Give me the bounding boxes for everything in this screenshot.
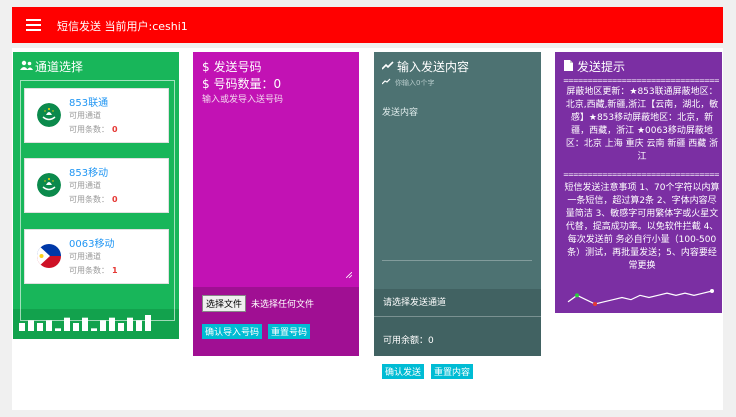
choose-file-button[interactable]: 选择文件 (202, 295, 247, 312)
content-divider-2 (374, 316, 541, 317)
trending-small-icon (382, 78, 391, 85)
message-content-textarea[interactable]: 发送内容 (382, 105, 532, 255)
mini-bar (136, 320, 142, 331)
number-panel-title: $ 发送号码 (202, 60, 262, 74)
channel-count: 可用条数： 0 (69, 125, 118, 134)
macau-flag-icon (37, 173, 61, 197)
number-count-title: $ 号码数量：0 (202, 77, 282, 91)
confirm-import-button[interactable]: 确认导入号码 (202, 324, 263, 339)
resize-handle-icon[interactable] (346, 272, 352, 278)
balance-text: 可用余额：0 (383, 336, 434, 346)
channel-card-853-unicom[interactable]: 853联通 可用通道 可用条数： 0 (24, 88, 169, 143)
blocked-regions-text: 屏蔽地区更新：★853联通屏蔽地区：北京,西藏,新疆,浙江【云南，湖北，敏感】★… (565, 87, 719, 162)
page-title: 短信发送 当前用户:ceshi1 (57, 20, 188, 33)
hamburger-menu-icon[interactable] (26, 19, 41, 31)
reset-content-button[interactable]: 重置内容 (431, 364, 474, 379)
mini-bar (55, 328, 61, 331)
mini-bar (91, 328, 97, 331)
sparkline-dot (593, 302, 597, 306)
channel-status: 可用通道 (69, 181, 101, 190)
mini-bar (109, 317, 115, 331)
channel-name: 853联通 (69, 98, 109, 109)
confirm-send-button[interactable]: 确认发送 (382, 364, 425, 379)
macau-flag-icon (37, 103, 61, 127)
channel-card-853-mobile[interactable]: 853移动 可用通道 可用条数： 0 (24, 158, 169, 213)
channel-panel-title: 通道选择 (35, 60, 84, 74)
mini-bar (100, 320, 106, 331)
trending-icon (382, 61, 394, 70)
tips-panel-title: 发送提示 (577, 60, 626, 74)
tips-sparkline (567, 289, 714, 306)
channel-status: 可用通道 (69, 111, 101, 120)
mini-bar (145, 315, 151, 331)
channel-name: 0063移动 (69, 239, 115, 250)
mini-bar (19, 323, 25, 331)
separator-line: ================================ (563, 77, 720, 85)
mini-bar (37, 323, 43, 331)
mini-bar (82, 317, 88, 331)
sending-notes-text: 短信发送注意事项 1、70个字符以内算一条短信，超过算2条 2、字体内容尽量简洁… (564, 183, 720, 271)
philippines-flag-icon (37, 244, 61, 268)
reset-numbers-button[interactable]: 重置号码 (268, 324, 311, 339)
channel-name: 853移动 (69, 168, 109, 179)
channel-bar-chart (19, 315, 151, 331)
sparkline-dot (575, 293, 579, 298)
top-header: 短信发送 当前用户:ceshi1 (12, 7, 723, 43)
mini-bar (127, 317, 133, 331)
file-status-text: 未选择任何文件 (251, 300, 315, 310)
channel-count: 可用条数： 1 (69, 266, 118, 275)
mini-bar (118, 323, 124, 331)
char-count: 你输入0个字 (395, 79, 435, 87)
users-icon (20, 60, 33, 70)
channel-card-0063-mobile[interactable]: 0063移动 可用通道 可用条数： 1 (24, 229, 169, 284)
mini-bar (73, 323, 79, 331)
mini-bar (28, 320, 34, 331)
sparkline-dot (710, 289, 714, 293)
footer-mark: \ (202, 367, 206, 377)
channel-select-prompt: 请选择发送通道 (383, 298, 447, 308)
document-icon (564, 60, 573, 71)
phone-numbers-textarea[interactable]: 输入或发导入送号码 (202, 92, 352, 278)
mini-bar (46, 320, 52, 331)
content-divider (382, 260, 532, 261)
channel-count: 可用条数： 0 (69, 195, 118, 204)
sparkline-path (567, 290, 713, 305)
content-panel-title: 输入发送内容 (397, 60, 470, 74)
channel-status: 可用通道 (69, 252, 101, 261)
separator-line: ================================ (563, 171, 720, 179)
mini-bar (64, 317, 70, 331)
